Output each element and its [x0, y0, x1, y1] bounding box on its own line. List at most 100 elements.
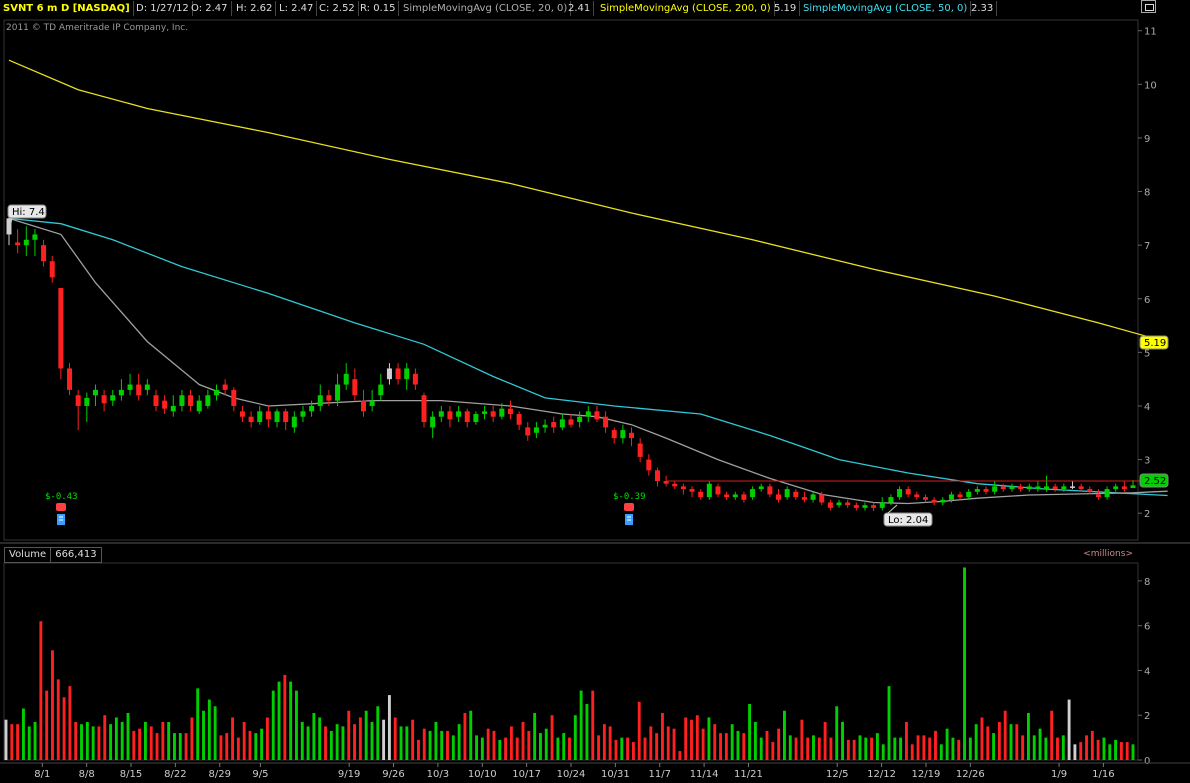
candle-body: [672, 483, 678, 487]
volume-tick-label: 4: [1144, 666, 1150, 677]
date-tick-label: 1/9: [1051, 769, 1067, 780]
candle-body: [680, 486, 686, 490]
volume-bar: [114, 717, 118, 760]
volume-bar: [817, 737, 821, 760]
date-tick-label: 9/19: [338, 769, 360, 780]
volume-bar: [637, 701, 641, 760]
volume-bar: [713, 724, 717, 760]
volume-bar: [753, 721, 757, 760]
candle-body: [1026, 486, 1032, 490]
volume-bar: [788, 735, 792, 760]
volume-bar: [509, 726, 513, 760]
candle-body: [49, 261, 55, 278]
date-tick-label: 8/8: [79, 769, 95, 780]
dividend-marker-1: $-0.43: [45, 492, 78, 525]
candle-body: [430, 416, 436, 428]
candle-body: [360, 400, 366, 412]
date-tick-label: 8/22: [164, 769, 186, 780]
volume-bar: [62, 697, 66, 760]
volume-bar: [21, 708, 25, 760]
price-panel-frame: [3, 19, 1139, 541]
candle-body: [170, 405, 176, 412]
volume-bar: [16, 724, 20, 760]
volume-bar: [207, 699, 211, 760]
price-volume-chart[interactable]: 2 3 4 5 6 7 8 9 10 11 Hi: 7.4 Lo: 2.04 5.19 2.52 $-0.…: [0, 0, 1190, 783]
price-tick-label: 4: [1144, 402, 1150, 413]
volume-bar: [56, 679, 60, 760]
candle-body: [386, 368, 392, 380]
volume-bar: [422, 728, 426, 760]
volume-bar: [109, 724, 113, 760]
volume-bar: [928, 737, 932, 760]
candle-body: [922, 497, 928, 500]
volume-bar: [324, 726, 327, 760]
candle-body: [343, 373, 349, 385]
volume-bar: [724, 733, 728, 760]
date-tick-label: 10/3: [427, 769, 449, 780]
candle-body: [369, 400, 375, 406]
candle-body: [92, 389, 98, 396]
volume-bar: [777, 728, 781, 760]
volume-bar: [672, 728, 676, 760]
candle-body: [127, 384, 133, 390]
volume-bar: [271, 690, 275, 760]
price-tick-label: 5: [1144, 348, 1150, 359]
volume-bar: [1050, 710, 1054, 760]
candle-body: [222, 384, 228, 390]
volume-bar: [457, 724, 461, 760]
volume-bar: [858, 735, 862, 760]
candle-body: [378, 384, 384, 396]
candle-body: [983, 489, 989, 492]
volume-bar: [515, 737, 519, 760]
candle-body: [144, 384, 150, 390]
volume-bar: [1067, 699, 1071, 760]
date-tick-label: 9/26: [382, 769, 404, 780]
candle-body: [611, 430, 617, 439]
volume-bar: [231, 717, 235, 760]
volume-bar: [387, 695, 391, 760]
candle-body: [421, 395, 427, 423]
volume-bar: [190, 717, 194, 760]
volume-bar: [97, 726, 101, 760]
volume-bar: [475, 735, 478, 760]
volume-bar: [934, 730, 937, 760]
volume-bar: [248, 730, 252, 760]
candle-body: [1087, 489, 1093, 492]
volume-bar: [446, 730, 449, 760]
volume-bar: [1102, 737, 1106, 760]
volume-bar: [1119, 742, 1123, 760]
volume-bar: [1032, 735, 1036, 760]
lo-label-text: Lo: 2.04: [888, 515, 928, 526]
volume-label[interactable]: Volume: [4, 547, 52, 563]
volume-bar: [666, 726, 670, 760]
candle-body: [577, 416, 583, 423]
volume-bar: [341, 726, 345, 760]
candle-body: [456, 411, 462, 417]
volume-bar: [1021, 735, 1025, 760]
last-price-tag-text: 2.52: [1144, 476, 1166, 487]
candle-body: [32, 234, 38, 240]
candle-body: [741, 494, 747, 500]
volume-bar: [748, 704, 752, 760]
volume-bar: [887, 686, 891, 760]
candle-body: [559, 419, 565, 428]
volume-bar: [812, 735, 815, 760]
volume-bar: [841, 721, 844, 760]
candle-body: [905, 489, 911, 495]
volume-bar: [347, 710, 351, 760]
candle-body: [162, 400, 168, 409]
volume-bar: [295, 690, 298, 760]
volume-bar: [27, 726, 31, 760]
volume-bar: [242, 721, 246, 760]
candle-body: [940, 499, 946, 503]
volume-bar: [1114, 739, 1118, 760]
volume-bar: [45, 690, 49, 760]
volume-bar: [277, 681, 281, 760]
candle-body: [499, 408, 505, 417]
candle-body: [715, 486, 721, 495]
volume-bar: [39, 621, 43, 760]
candle-body: [897, 489, 903, 498]
dividend-marker-1-text: $-0.43: [45, 492, 78, 502]
volume-bar: [184, 733, 188, 760]
date-tick-label: 12/19: [912, 769, 941, 780]
